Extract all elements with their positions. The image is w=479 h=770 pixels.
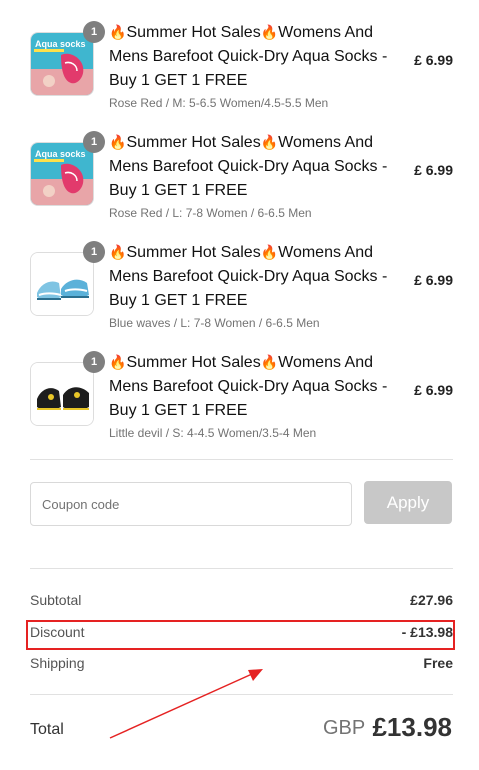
total-label: Total (30, 721, 64, 738)
total-currency: GBP (323, 717, 366, 739)
total-amount: £13.98 (372, 712, 452, 742)
annotation-arrow-icon (109, 669, 263, 739)
